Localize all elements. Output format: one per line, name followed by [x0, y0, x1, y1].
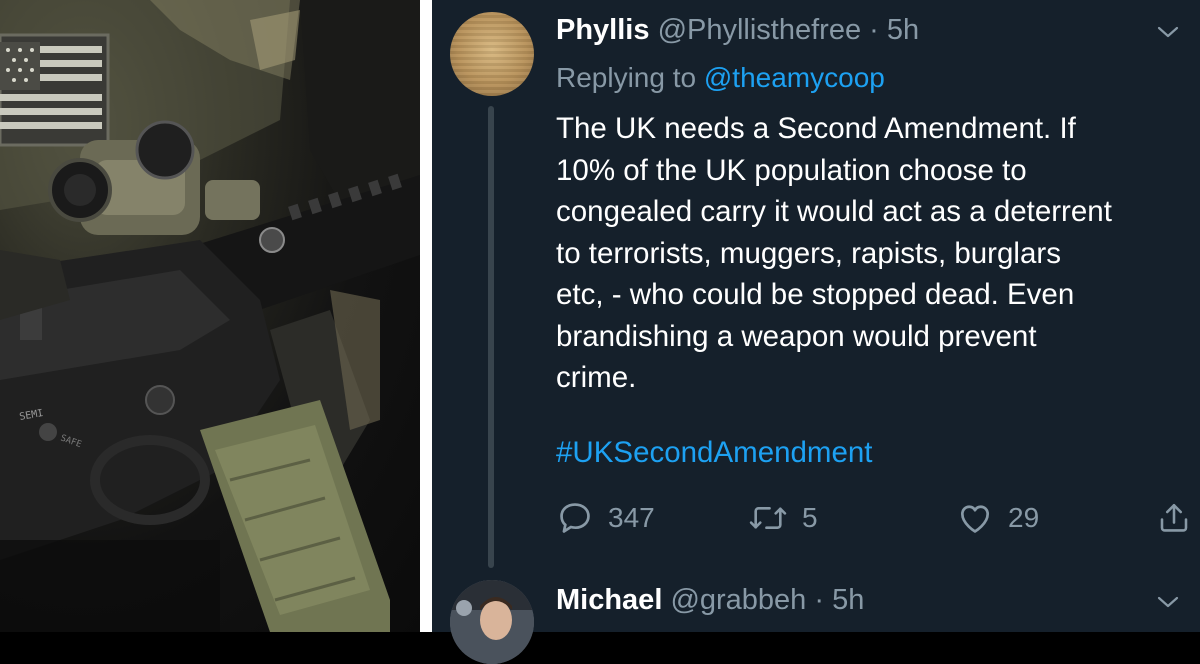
rifle-photo: SEMI SAFE [0, 0, 420, 632]
tweet-panel: Phyllis @Phyllisthefree · 5h Replying to… [432, 0, 1200, 664]
tweet-body-line: crime. [556, 361, 637, 394]
share-icon [1160, 503, 1188, 532]
hashtag-link[interactable]: #UKSecondAmendment [556, 436, 873, 470]
user-handle[interactable]: @Phyllisthefree [658, 14, 862, 46]
separator: · [814, 584, 825, 616]
tweet-body: The UK needs a Second Amendment. If 10% … [556, 108, 1196, 399]
panel-divider [420, 0, 432, 632]
next-tweet-header: Michael @grabbeh · 5h [556, 584, 864, 617]
reply-button[interactable]: 347 [556, 496, 655, 540]
separator: · [869, 14, 879, 46]
avatar[interactable] [450, 12, 534, 96]
replying-prefix: Replying to [556, 62, 697, 93]
flag-patch [0, 33, 110, 147]
like-count: 29 [1008, 502, 1040, 533]
share-button[interactable] [1156, 496, 1192, 540]
retweet-count: 5 [802, 502, 818, 533]
reply-icon [560, 503, 590, 533]
tweet-body-line: brandishing a weapon would prevent [556, 319, 1037, 353]
magazine [200, 400, 390, 632]
tweet-body-line: etc, - who could be stopped dead. Even [556, 278, 1075, 311]
heart-icon [960, 505, 990, 533]
tweet-body-line: congealed carry it would act as a deterr… [556, 195, 1112, 228]
tweet-body-line: to terrorists, muggers, rapists, burglar… [556, 236, 1061, 270]
chevron-down-icon[interactable] [1156, 20, 1180, 44]
chevron-down-icon[interactable] [1156, 590, 1180, 614]
retweet-icon [749, 507, 787, 529]
avatar-photo [450, 580, 534, 664]
display-name[interactable]: Michael [556, 584, 662, 616]
tweet-body-line: The UK needs a Second Amendment. If [556, 112, 1076, 145]
tweet-header: Phyllis @Phyllisthefree · 5h [556, 14, 919, 47]
timestamp[interactable]: 5h [887, 14, 919, 46]
replying-to-link[interactable]: @theamycoop [704, 62, 885, 93]
tweet-actions: 347 5 29 [556, 496, 1196, 540]
rifle-illustration: SEMI SAFE [0, 0, 420, 632]
tweet-body-line: 10% of the UK population choose to [556, 153, 1027, 187]
timestamp[interactable]: 5h [832, 584, 864, 616]
user-handle[interactable]: @grabbeh [670, 584, 806, 616]
replying-to: Replying to @theamycoop [556, 62, 885, 94]
avatar[interactable] [450, 580, 534, 664]
retweet-button[interactable]: 5 [748, 496, 818, 540]
like-button[interactable]: 29 [956, 496, 1039, 540]
thread-line [488, 106, 494, 568]
display-name[interactable]: Phyllis [556, 14, 650, 46]
reply-count: 347 [608, 502, 655, 533]
